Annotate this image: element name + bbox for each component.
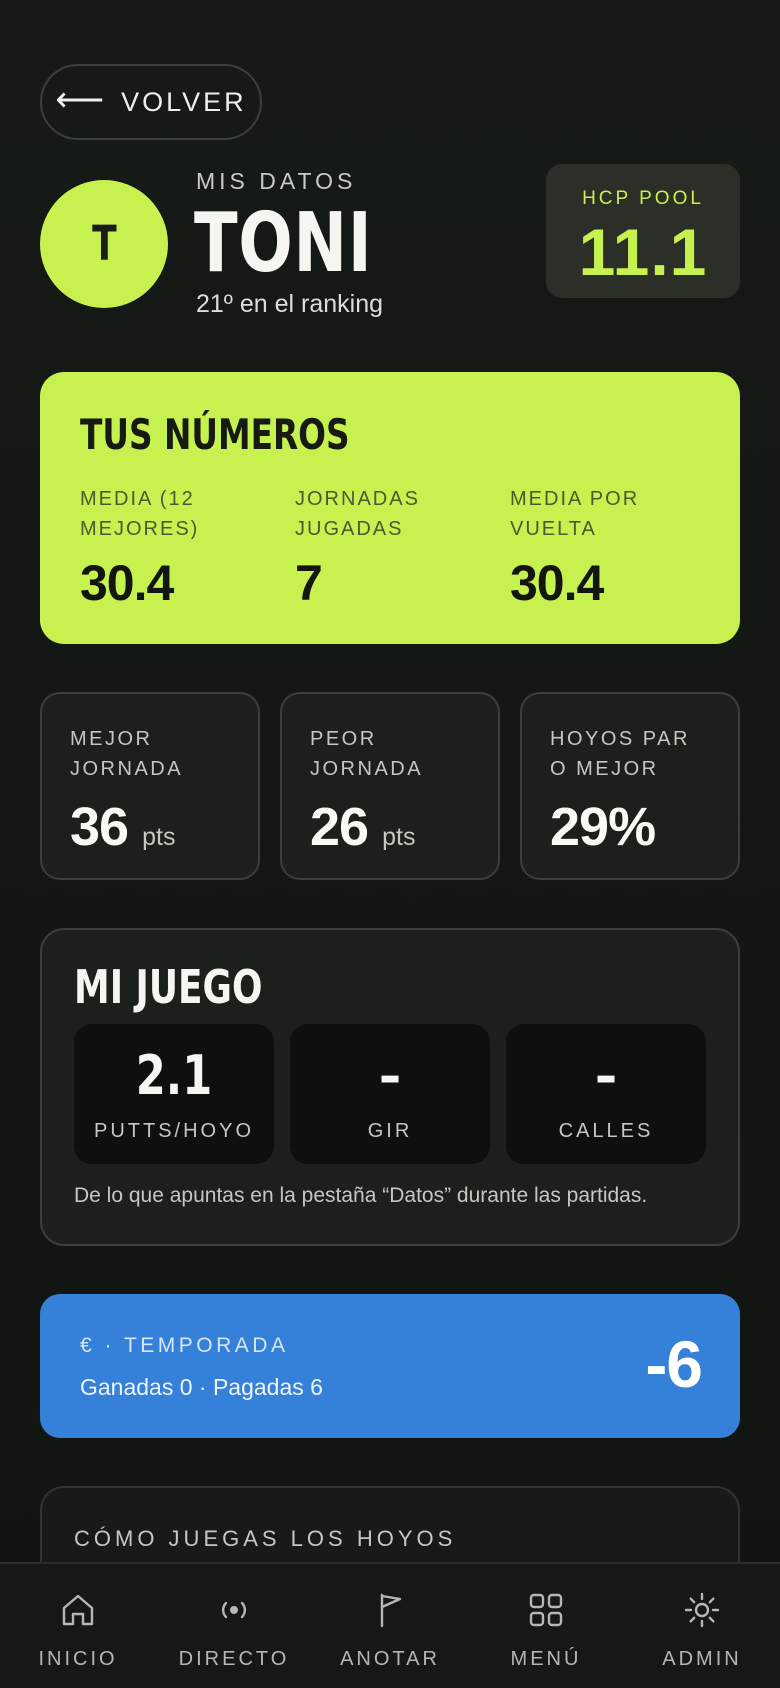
settings-icon	[684, 1592, 720, 1628]
live-icon	[221, 1601, 247, 1619]
stat-label: HOYOS PAR O MEJOR	[550, 728, 690, 780]
arrow-left-icon: ⟵	[55, 81, 108, 119]
number-item: MEDIA (12 MEJORES) 30.4	[80, 484, 280, 612]
stat-value: 26 pts	[310, 796, 470, 858]
game-tile-fairways: – CALLES	[506, 1024, 706, 1164]
stat-number: 29%	[550, 797, 656, 857]
grid-icon	[529, 1593, 563, 1627]
hcp-value: 11.1	[578, 215, 708, 289]
page-eyebrow: MIS DATOS	[196, 168, 357, 194]
hcp-badge: HCP POOL 11.1	[546, 164, 740, 298]
tab-inicio[interactable]: INICIO	[0, 1564, 156, 1688]
stat-card-best: MEJOR JORNADA 36 pts	[40, 692, 260, 880]
ranking-text: 21º en el ranking	[196, 290, 384, 318]
stat-label: PEOR JORNADA	[310, 728, 424, 780]
holes-title: CÓMO JUEGAS LOS HOYOS	[74, 1526, 457, 1551]
my-game-note: De lo que apuntas en la pestaña “Datos” …	[74, 1184, 648, 1207]
avatar: T	[40, 180, 168, 308]
hcp-label: HCP POOL	[582, 188, 704, 209]
tab-label: INICIO	[38, 1648, 118, 1670]
number-value: 30.4	[80, 555, 174, 611]
stat-unit: pts	[142, 823, 176, 851]
number-item: MEDIA POR VUELTA 30.4	[510, 484, 710, 612]
number-value: 30.4	[510, 555, 604, 611]
stat-value: 29%	[550, 796, 710, 858]
back-button-label: VOLVER	[121, 86, 247, 117]
number-label: MEDIA POR VUELTA	[510, 488, 640, 540]
back-button[interactable]: ⟵ VOLVER	[40, 64, 262, 140]
flag-icon	[380, 1593, 402, 1628]
tab-anotar[interactable]: ANOTAR	[312, 1564, 468, 1688]
numbers-title: TUS NÚMEROS	[80, 410, 350, 459]
bottom-tab-bar: INICIO DIRECTO ANOTAR MENÚ ADMIN	[0, 1562, 780, 1688]
avatar-initial: T	[91, 216, 117, 272]
tile-label: GIR	[367, 1120, 413, 1142]
player-name: TONI	[194, 196, 373, 291]
number-label: JORNADAS JUGADAS	[295, 488, 420, 540]
tab-admin[interactable]: ADMIN	[624, 1564, 780, 1688]
tile-label: CALLES	[558, 1120, 654, 1142]
tab-menu[interactable]: MENÚ	[468, 1564, 624, 1688]
tile-label: PUTTS/HOYO	[93, 1120, 254, 1142]
stat-number: 36	[70, 797, 129, 857]
money-card: € · TEMPORADA Ganadas 0 · Pagadas 6 -6	[40, 1294, 740, 1438]
stat-card-par: HOYOS PAR O MEJOR 29%	[520, 692, 740, 880]
stat-number: 26	[310, 797, 369, 857]
money-summary: Ganadas 0 · Pagadas 6	[80, 1374, 323, 1400]
money-value: -6	[645, 1327, 703, 1401]
tab-label: DIRECTO	[178, 1648, 290, 1670]
stat-value: 36 pts	[70, 796, 230, 858]
tile-value: 2.1	[135, 1044, 213, 1107]
my-game-title: MI JUEGO	[74, 960, 263, 1014]
stat-unit: pts	[382, 823, 416, 851]
tab-directo[interactable]: DIRECTO	[156, 1564, 312, 1688]
tab-label: ANOTAR	[340, 1648, 440, 1670]
stat-label: MEJOR JORNADA	[70, 728, 184, 780]
tile-value: –	[379, 1044, 401, 1107]
home-icon	[62, 1594, 94, 1626]
number-label: MEDIA (12 MEJORES)	[80, 488, 200, 540]
game-tile-putts: 2.1 PUTTS/HOYO	[74, 1024, 274, 1164]
numbers-card: TUS NÚMEROS MEDIA (12 MEJORES) 30.4 JORN…	[40, 372, 740, 644]
number-item: JORNADAS JUGADAS 7	[295, 484, 495, 612]
my-game-card: MI JUEGO 2.1 PUTTS/HOYO – GIR – CALLES D…	[40, 928, 740, 1246]
money-label: € · TEMPORADA	[80, 1334, 289, 1357]
number-value: 7	[295, 555, 323, 611]
game-tile-gir: – GIR	[290, 1024, 490, 1164]
tile-value: –	[595, 1044, 617, 1107]
stat-card-worst: PEOR JORNADA 26 pts	[280, 692, 500, 880]
tab-label: MENÚ	[510, 1648, 582, 1670]
tab-label: ADMIN	[662, 1648, 742, 1670]
